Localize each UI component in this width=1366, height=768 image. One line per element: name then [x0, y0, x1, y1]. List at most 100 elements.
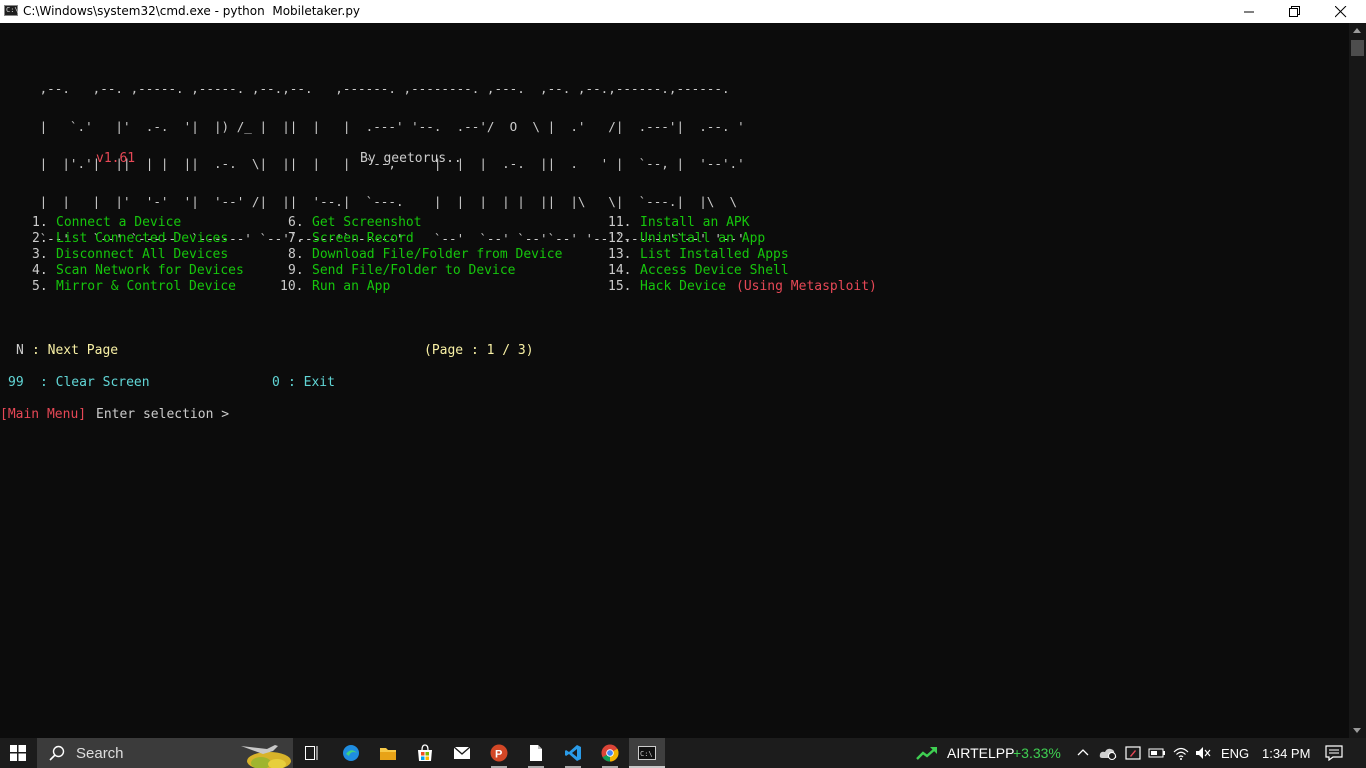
taskbar-file-explorer[interactable] [374, 738, 402, 768]
console-output[interactable]: ,--. ,--. ,-----. ,-----. ,--.,--. ,----… [0, 23, 1349, 738]
menu-item-list-installed: List Installed Apps [640, 247, 789, 262]
scroll-up-arrow-icon[interactable] [1353, 28, 1361, 33]
clock-time[interactable]: 1:34 PM [1262, 746, 1310, 761]
close-icon [1335, 6, 1347, 18]
menu-item-hack-device: Hack Device [640, 279, 727, 294]
cmd-icon: C:\ [4, 5, 19, 16]
search-icon [49, 745, 65, 761]
version-label: v1.61 [96, 151, 136, 166]
menu-item-connect-device: Connect a Device [56, 215, 182, 230]
taskbar-chrome[interactable] [596, 738, 624, 768]
menu-item-number: 6. [288, 215, 304, 230]
menu-item-number: 8. [288, 247, 304, 262]
menu-item-download-file: Download File/Folder from Device [312, 247, 563, 262]
menu-item-number: 11. [608, 215, 632, 230]
menu-item-run-app: Run an App [312, 279, 391, 294]
ascii-banner-line: | `.' |' .-. '| |) /_ | || | | .---' '--… [32, 118, 745, 134]
screen-capture-icon[interactable] [1125, 745, 1141, 761]
ascii-banner-line: | | | |' '-' '| '--' /| || '--.| `---. |… [32, 193, 738, 209]
menu-item-hack-note: (Using Metasploit) [736, 279, 877, 294]
menu-item-mirror-control: Mirror & Control Device [56, 279, 237, 294]
menu-item-number: 7. [288, 231, 304, 246]
scrollbar-thumb[interactable] [1351, 40, 1364, 56]
stock-up-icon [916, 747, 937, 760]
chrome-icon [601, 744, 619, 762]
taskbar-search[interactable]: Search [37, 738, 293, 768]
close-button[interactable] [1318, 0, 1364, 23]
search-highlight-image-icon [241, 745, 291, 768]
menu-item-scan-network: Scan Network for Devices [56, 263, 244, 278]
taskbar-edge[interactable] [337, 738, 365, 768]
next-page-label: : Next Page [32, 343, 119, 358]
stock-change: +3.33% [1013, 745, 1061, 761]
menu-item-number: 2. [32, 231, 48, 246]
volume-muted-icon[interactable] [1195, 746, 1211, 760]
menu-item-number: 13. [608, 247, 632, 262]
vertical-scrollbar[interactable] [1349, 23, 1366, 738]
exit-label: : Exit [288, 375, 335, 390]
stock-name: AIRTELPP [947, 745, 1015, 761]
document-icon [530, 745, 542, 761]
folder-icon [380, 748, 396, 760]
minimize-icon [1244, 11, 1254, 13]
chevron-up-icon[interactable] [1077, 748, 1089, 758]
menu-item-screenshot: Get Screenshot [312, 215, 422, 230]
menu-item-uninstall-app: Uninstall an App [640, 231, 766, 246]
search-label: Search [76, 745, 124, 762]
clear-screen-label: : Clear Screen [40, 375, 150, 390]
notifications-icon[interactable] [1325, 745, 1343, 761]
menu-item-number: 9. [288, 263, 304, 278]
menu-item-send-file: Send File/Folder to Device [312, 263, 516, 278]
mail-icon [453, 746, 471, 759]
prompt-text: Enter selection > [96, 407, 230, 422]
edge-browser-icon [343, 745, 359, 761]
menu-item-number: 14. [608, 263, 632, 278]
taskbar-cmd-active[interactable]: C:\ [629, 738, 665, 768]
task-view-icon [305, 746, 318, 760]
menu-item-number: 5. [32, 279, 48, 294]
store-icon [418, 744, 432, 761]
ascii-banner-line: ,--. ,--. ,-----. ,-----. ,--.,--. ,----… [32, 81, 730, 96]
menu-item-install-apk: Install an APK [640, 215, 750, 230]
exit-key: 0 [272, 375, 280, 390]
vscode-icon [565, 745, 581, 761]
powerpoint-icon: P [490, 744, 508, 762]
command-prompt-icon: C:\ [638, 746, 656, 760]
battery-icon[interactable] [1148, 747, 1166, 759]
wifi-icon[interactable] [1173, 746, 1189, 760]
restore-icon [1289, 6, 1300, 17]
menu-item-number: 12. [608, 231, 632, 246]
page-indicator: (Page : 1 / 3) [424, 343, 534, 358]
window-title: C:\Windows\system32\cmd.exe - python Mob… [23, 4, 361, 18]
taskbar-vscode[interactable] [559, 738, 587, 768]
title-bar[interactable]: C:\ C:\Windows\system32\cmd.exe - python… [0, 0, 1366, 23]
menu-item-number: 15. [608, 279, 632, 294]
input-language[interactable]: ENG [1221, 746, 1249, 761]
start-button[interactable] [0, 738, 36, 768]
onedrive-sync-icon[interactable] [1099, 746, 1117, 760]
menu-item-number: 3. [32, 247, 48, 262]
taskbar-mail[interactable] [448, 738, 476, 768]
author-label: By geetorus.. [360, 151, 462, 166]
menu-item-device-shell: Access Device Shell [640, 263, 789, 278]
restore-button[interactable] [1272, 0, 1318, 23]
minimize-button[interactable] [1227, 0, 1273, 23]
menu-item-number: 4. [32, 263, 48, 278]
menu-item-disconnect-all: Disconnect All Devices [56, 247, 229, 262]
windows-logo-icon [10, 745, 26, 761]
taskbar-powerpoint[interactable]: P [485, 738, 513, 768]
menu-item-number: 1. [32, 215, 48, 230]
svg-text:P: P [495, 749, 502, 761]
scroll-down-arrow-icon[interactable] [1353, 728, 1361, 733]
task-view-button[interactable] [298, 738, 326, 768]
menu-item-number: 10. [280, 279, 304, 294]
menu-item-list-connected: List Connected Devices [56, 231, 229, 246]
clear-screen-key: 99 [8, 375, 24, 390]
taskbar-notepad[interactable] [522, 738, 550, 768]
next-page-key: N [16, 343, 24, 358]
svg-text:C:\: C:\ [640, 750, 653, 758]
menu-item-screen-record: Screen Record [312, 231, 414, 246]
taskbar: Search P C:\ AIRTELPP +3.33% ENG 1:34 PM [0, 738, 1366, 768]
prompt-context: [Main Menu] [0, 407, 87, 422]
taskbar-store[interactable] [411, 738, 439, 768]
